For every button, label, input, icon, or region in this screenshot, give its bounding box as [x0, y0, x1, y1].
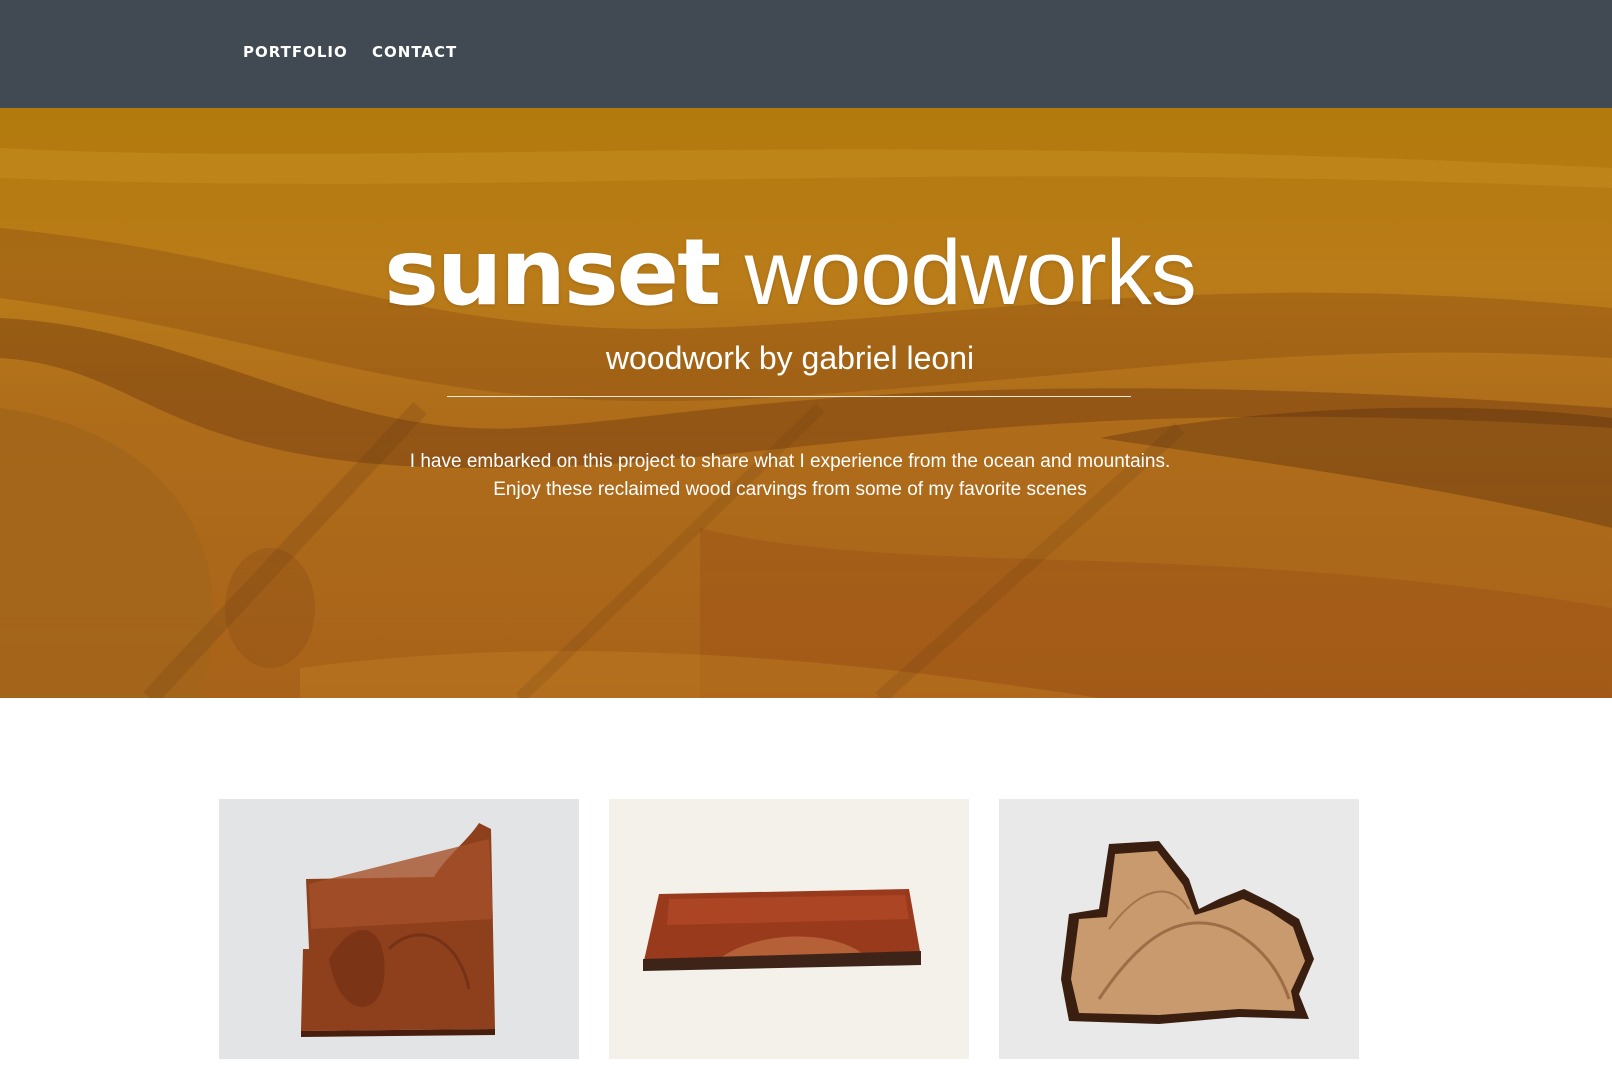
wood-carving-live-edge-image — [999, 799, 1359, 1059]
wood-carving-plank-image — [609, 799, 969, 1059]
portfolio-item-2[interactable] — [609, 799, 969, 1059]
site-title: sunset woodworks — [0, 218, 1580, 328]
wood-grain-background-image — [0, 108, 1612, 698]
portfolio-item-1[interactable] — [219, 799, 579, 1059]
hero-description: I have embarked on this project to share… — [0, 448, 1580, 504]
site-subtitle: woodwork by gabriel leoni — [605, 340, 975, 376]
wood-carving-panel-image — [219, 799, 579, 1059]
portfolio-item-3[interactable] — [999, 799, 1359, 1059]
hero-banner: sunset woodworks woodwork by gabriel leo… — [0, 108, 1612, 698]
top-navbar: PORTFOLIO CONTACT — [0, 0, 1612, 108]
portfolio-grid — [0, 698, 1612, 1079]
hero-description-line-2: Enjoy these reclaimed wood carvings from… — [493, 479, 1087, 500]
site-title-light: woodworks — [744, 222, 1197, 324]
nav-link-contact[interactable]: CONTACT — [372, 43, 457, 61]
nav-link-portfolio[interactable]: PORTFOLIO — [243, 43, 348, 61]
hero-divider — [447, 396, 1131, 397]
hero-description-line-1: I have embarked on this project to share… — [409, 451, 1171, 472]
site-title-bold: sunset — [384, 219, 721, 326]
